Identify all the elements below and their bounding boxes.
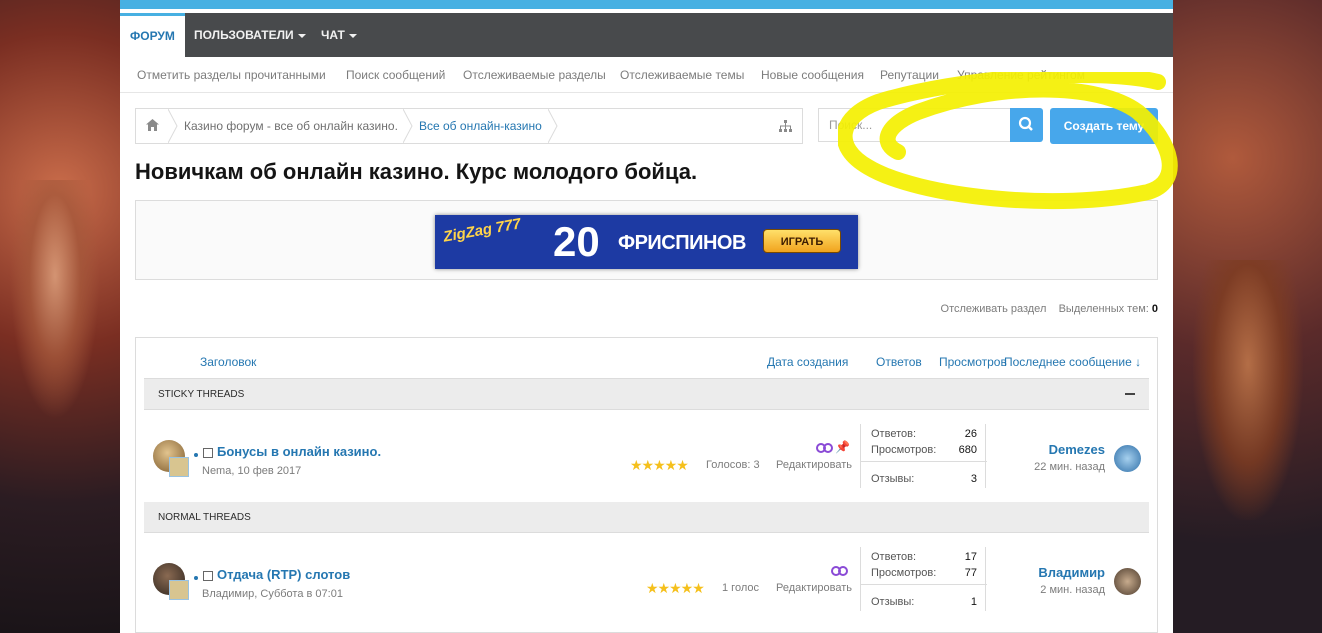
last-post-time[interactable]: 22 мин. назад: [1034, 461, 1105, 473]
main-navbar: Форум Пользователи Чат: [120, 13, 1173, 57]
breadcrumb-separator: [402, 108, 413, 144]
last-poster[interactable]: Demezes: [1049, 442, 1105, 457]
stat-reviews: Отзывы: 1: [871, 596, 977, 608]
ad-container: ZigZag 777 20 ФРИСПИНОВ ИГРАТЬ: [135, 200, 1158, 280]
subnav-search-posts[interactable]: Поиск сообщений: [346, 57, 445, 93]
collapse-icon[interactable]: [1125, 393, 1135, 395]
search-input[interactable]: Поиск...: [818, 108, 1011, 142]
forum-meta: Отслеживать раздел Выделенных тем: 0: [941, 303, 1158, 315]
subnav-new-posts[interactable]: Новые сообщения: [761, 57, 864, 93]
rating-stars[interactable]: ★★★★★: [630, 457, 689, 474]
thread-select-checkbox[interactable]: [203, 571, 213, 581]
subnav-watched-forums[interactable]: Отслеживаемые разделы: [463, 57, 606, 93]
section-label: NORMAL THREADS: [158, 512, 251, 523]
thread-list: Заголовок Дата создания Ответов Просмотр…: [135, 337, 1158, 633]
rating-stars[interactable]: ★★★★★: [646, 580, 705, 597]
subnav-reputation[interactable]: Репутации: [880, 57, 939, 93]
avatar-mini: [169, 457, 189, 477]
column-replies[interactable]: Ответов: [876, 346, 922, 379]
thread-icons: [831, 563, 850, 577]
breadcrumb-online-casino[interactable]: Все об онлайн-казино: [419, 109, 542, 143]
thread-title[interactable]: Отдача (RTP) слотов: [217, 567, 350, 582]
breadcrumb-casino-forum[interactable]: Казино форум - все об онлайн казино.: [184, 109, 398, 143]
watch-forum-link[interactable]: Отслеживать раздел: [941, 303, 1047, 315]
thread-row[interactable]: Отдача (RTP) слотов Владимир, Суббота в …: [144, 533, 1149, 625]
subnav-watched-threads[interactable]: Отслеживаемые темы: [620, 57, 744, 93]
banner-text: ФРИСПИНОВ: [618, 232, 746, 254]
stat-views: Просмотров: 77: [871, 567, 977, 579]
casino-banner[interactable]: ZigZag 777 20 ФРИСПИНОВ ИГРАТЬ: [435, 215, 858, 269]
thread-title[interactable]: Бонусы в онлайн казино.: [217, 444, 381, 459]
stat-reviews: Отзывы: 3: [871, 473, 977, 485]
subnav-mark-read[interactable]: Отметить разделы прочитанными: [137, 57, 326, 93]
tab-chat[interactable]: Чат: [311, 13, 367, 57]
banner-play-button[interactable]: ИГРАТЬ: [763, 229, 841, 253]
caret-down-icon: [348, 33, 357, 38]
breadcrumb-separator: [547, 108, 558, 144]
thread-author-date: Владимир, Суббота в 07:01: [202, 588, 343, 600]
subnav-rating-management[interactable]: Управление рейтингом: [957, 57, 1085, 93]
sitemap-icon[interactable]: [779, 120, 792, 133]
column-title[interactable]: Заголовок: [200, 346, 256, 379]
search-icon: [1018, 116, 1033, 131]
edit-link[interactable]: Редактировать: [776, 582, 852, 594]
thread-author-date: Nema, 10 фев 2017: [202, 465, 302, 477]
last-poster-avatar[interactable]: [1114, 568, 1141, 595]
thread-stats: Ответов: 17 Просмотров: 77 Отзывы: 1: [860, 547, 987, 611]
banner-logo: ZigZag 777: [442, 215, 523, 246]
last-poster[interactable]: Владимир: [1038, 565, 1105, 580]
background-art-right: [1173, 0, 1322, 633]
votes-count: Голосов: 3: [706, 459, 760, 471]
page-title: Новичкам об онлайн казино. Курс молодого…: [135, 159, 698, 184]
thread-icons: 📌: [816, 440, 850, 454]
selected-threads-count: 0: [1151, 303, 1158, 315]
unread-dot-icon: [194, 576, 198, 580]
section-sticky: STICKY THREADS: [144, 379, 1149, 410]
avatar-mini: [169, 580, 189, 600]
thread-select-checkbox[interactable]: [203, 448, 213, 458]
column-created[interactable]: Дата создания: [767, 346, 848, 379]
create-thread-button[interactable]: Создать тему: [1050, 108, 1158, 144]
pin-icon: 📌: [835, 440, 850, 454]
thread-list-header: Заголовок Дата создания Ответов Просмотр…: [144, 346, 1149, 379]
stat-replies: Ответов: 26: [871, 428, 977, 440]
unread-dot-icon: [194, 453, 198, 457]
stat-views: Просмотров: 680: [871, 444, 977, 456]
top-accent-stripe: [120, 0, 1173, 9]
selected-threads-label: Выделенных тем:: [1058, 303, 1149, 315]
sub-navigation: Отметить разделы прочитанными Поиск сооб…: [120, 57, 1173, 93]
caret-down-icon: [297, 33, 306, 38]
thread-row[interactable]: Бонусы в онлайн казино. Nema, 10 фев 201…: [144, 410, 1149, 502]
column-last-post[interactable]: Последнее сообщение ↓: [1004, 346, 1141, 379]
breadcrumb-separator: [167, 108, 178, 144]
section-label: STICKY THREADS: [158, 389, 245, 400]
stat-replies: Ответов: 17: [871, 551, 977, 563]
edit-link[interactable]: Редактировать: [776, 459, 852, 471]
stat-divider: [861, 584, 987, 585]
home-icon[interactable]: [146, 119, 159, 131]
last-post-time[interactable]: 2 мин. назад: [1040, 584, 1105, 596]
binoculars-icon: [831, 565, 848, 576]
thread-stats: Ответов: 26 Просмотров: 680 Отзывы: 3: [860, 424, 987, 488]
last-poster-avatar[interactable]: [1114, 445, 1141, 472]
binoculars-icon: [816, 442, 834, 453]
section-normal: NORMAL THREADS: [144, 502, 1149, 533]
search-button[interactable]: [1010, 108, 1043, 142]
tab-users[interactable]: Пользователи: [184, 13, 316, 57]
column-views[interactable]: Просмотров: [939, 346, 1007, 379]
breadcrumb: Казино форум - все об онлайн казино. Все…: [135, 108, 803, 144]
stat-divider: [861, 461, 987, 462]
banner-number: 20: [553, 218, 600, 265]
tab-forum[interactable]: Форум: [120, 13, 185, 57]
forum-page: Форум Пользователи Чат Отметить разделы …: [120, 9, 1173, 633]
background-art-left: [0, 0, 120, 633]
votes-count: 1 голос: [722, 582, 759, 594]
